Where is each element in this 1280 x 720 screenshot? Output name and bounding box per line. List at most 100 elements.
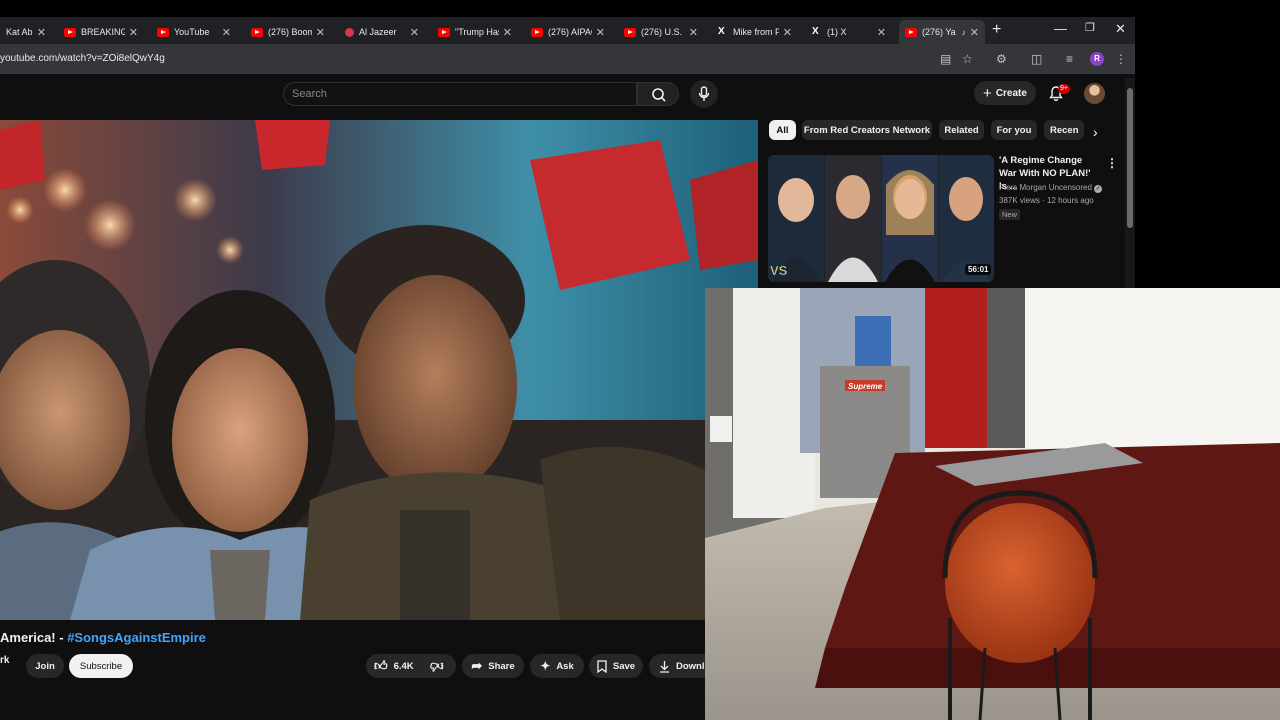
youtube-favicon-icon — [624, 27, 636, 37]
close-tab-icon[interactable]: ✕ — [37, 26, 46, 39]
browser-tab[interactable]: YouTube ✕ — [151, 20, 237, 44]
save-label: Save — [612, 660, 636, 672]
subscribe-button[interactable]: Subscribe — [69, 654, 133, 678]
browser-tab[interactable]: X Mike from P ✕ — [712, 20, 798, 44]
download-icon — [660, 660, 669, 673]
recommendation-meta: 387K views · 12 hours ago — [999, 196, 1094, 205]
aljazeera-favicon-icon — [345, 27, 354, 37]
browser-tab[interactable]: Kat Abu ✕ — [0, 20, 52, 44]
extensions-icon[interactable]: ⚙ — [996, 52, 1007, 66]
chip-recent[interactable]: Recen — [1044, 120, 1084, 140]
browser-tab[interactable]: (276) AIPAC ✕ — [525, 20, 611, 44]
join-label: Join — [35, 660, 55, 672]
share-button[interactable]: ➦ Share — [462, 654, 524, 678]
chip-label: For you — [996, 124, 1032, 136]
install-app-icon[interactable]: ▤ — [940, 52, 951, 66]
create-button[interactable]: + Create — [974, 81, 1036, 105]
chip-label: All — [776, 124, 789, 136]
thumbs-up-icon[interactable]: 👍︎ — [374, 658, 388, 674]
close-tab-icon[interactable]: ✕ — [316, 26, 325, 39]
chip-label: Related — [944, 124, 979, 136]
chip-label: From Red Creators Network — [803, 124, 931, 136]
close-tab-icon[interactable]: ✕ — [689, 26, 698, 39]
search-input[interactable] — [283, 82, 637, 106]
search-icon — [652, 88, 666, 102]
thumbs-down-icon[interactable]: 👍︎ — [430, 658, 444, 674]
download-label: Downl — [676, 660, 705, 672]
ask-button[interactable]: ✦ Ask — [530, 654, 584, 678]
channel-name[interactable]: rk — [0, 655, 9, 666]
tab-title: Kat Abu — [6, 27, 33, 37]
browser-tab[interactable]: X (1) X ✕ — [806, 20, 892, 44]
join-button[interactable]: Join — [26, 654, 64, 678]
profile-avatar[interactable]: R — [1090, 52, 1104, 66]
bookmark-star-icon[interactable]: ☆ — [962, 52, 973, 66]
video-frame — [0, 120, 758, 620]
recommendation-channel[interactable]: Piers Morgan Uncensored ✓ — [999, 183, 1103, 193]
close-tab-icon[interactable]: ✕ — [970, 26, 979, 39]
menu-kebab-icon[interactable]: ⋮ — [1115, 52, 1127, 66]
chip-related[interactable]: Related — [939, 120, 984, 140]
chip-all[interactable]: All — [769, 120, 796, 140]
video-player[interactable] — [0, 120, 758, 620]
browser-tab[interactable]: BREAKING: Ir ✕ — [58, 20, 144, 44]
media-controls-icon[interactable]: ≡ — [1066, 52, 1073, 66]
tab-title: Mike from P — [733, 27, 779, 37]
close-tab-icon[interactable]: ✕ — [783, 26, 792, 39]
youtube-favicon-icon — [438, 27, 450, 37]
recommendation-menu-icon[interactable]: ⋮ — [1106, 156, 1118, 170]
chip-from-red-creators-network[interactable]: From Red Creators Network — [802, 120, 932, 140]
browser-tab[interactable]: "Trump Has ✕ — [432, 20, 518, 44]
chip-for-you[interactable]: For you — [991, 120, 1037, 140]
chevron-right-icon[interactable]: › — [1093, 124, 1098, 140]
url-field[interactable]: youtube.com/watch?v=ZOi8elQwY4g — [0, 53, 165, 64]
close-tab-icon[interactable]: ✕ — [410, 26, 419, 39]
speaker-icon[interactable]: ♪ — [962, 28, 966, 37]
webcam-feed: Supreme — [705, 288, 1280, 720]
like-count[interactable]: 6.4K — [394, 661, 414, 672]
restore-icon[interactable]: ❐ — [1085, 21, 1095, 34]
screen: Kat Abu ✕ BREAKING: Ir ✕ YouTube ✕ (276) Boom ✕… — [0, 0, 1280, 720]
save-button[interactable]: Save — [589, 654, 643, 678]
address-bar: youtube.com/watch?v=ZOi8elQwY4g ▤ ☆ ⚙ ◫ … — [0, 44, 1135, 74]
account-avatar[interactable] — [1084, 83, 1105, 104]
close-tab-icon[interactable]: ✕ — [129, 26, 138, 39]
browser-tab[interactable]: (276) Ya ♪ ✕ — [899, 20, 985, 44]
youtube-favicon-icon — [157, 27, 169, 37]
voice-search-button[interactable] — [690, 80, 718, 108]
close-tab-icon[interactable]: ✕ — [222, 26, 231, 39]
minimize-icon[interactable]: — — [1054, 21, 1067, 36]
browser-tab[interactable]: (276) U.S. Co ✕ — [618, 20, 704, 44]
hashtag-link[interactable]: #SongsAgainstEmpire — [67, 630, 206, 645]
share-icon: ➦ — [471, 658, 483, 673]
new-tab-button[interactable]: + — [992, 21, 1001, 39]
recommendation-thumbnail[interactable]: VS — [768, 155, 994, 282]
close-tab-icon[interactable]: ✕ — [596, 26, 605, 39]
side-panel-icon[interactable]: ◫ — [1031, 52, 1042, 66]
x-favicon-icon: X — [718, 26, 725, 37]
duration-badge: 56:01 — [965, 264, 992, 275]
tab-title: Al Jazeer — [359, 27, 397, 37]
scrollbar-thumb[interactable] — [1127, 88, 1133, 228]
webcam-overlay: Supreme — [705, 288, 1280, 720]
create-label: Create — [995, 87, 1027, 99]
ask-label: Ask — [556, 660, 574, 672]
thumbnail-vs-text: VS — [770, 263, 788, 278]
close-tab-icon[interactable]: ✕ — [503, 26, 512, 39]
tab-title: (276) Ya — [922, 27, 956, 37]
search-button[interactable] — [637, 82, 679, 106]
recommendation-channel-name: Piers Morgan Uncensored — [999, 183, 1092, 192]
tab-title: (276) AIPAC — [548, 27, 592, 37]
tab-title: "Trump Has — [455, 27, 499, 37]
share-label: Share — [488, 660, 515, 672]
bookmark-icon — [597, 659, 607, 673]
plus-icon: + — [983, 84, 992, 102]
chip-label: Recen — [1050, 124, 1079, 136]
close-window-icon[interactable]: ✕ — [1115, 21, 1126, 37]
browser-tab[interactable]: Al Jazeer ✕ — [339, 20, 425, 44]
thumbnail-image: VS — [768, 155, 994, 282]
tab-title: BREAKING: Ir — [81, 27, 125, 37]
browser-tab[interactable]: (276) Boom ✕ — [245, 20, 331, 44]
close-tab-icon[interactable]: ✕ — [877, 26, 886, 39]
sparkle-icon: ✦ — [540, 659, 551, 673]
